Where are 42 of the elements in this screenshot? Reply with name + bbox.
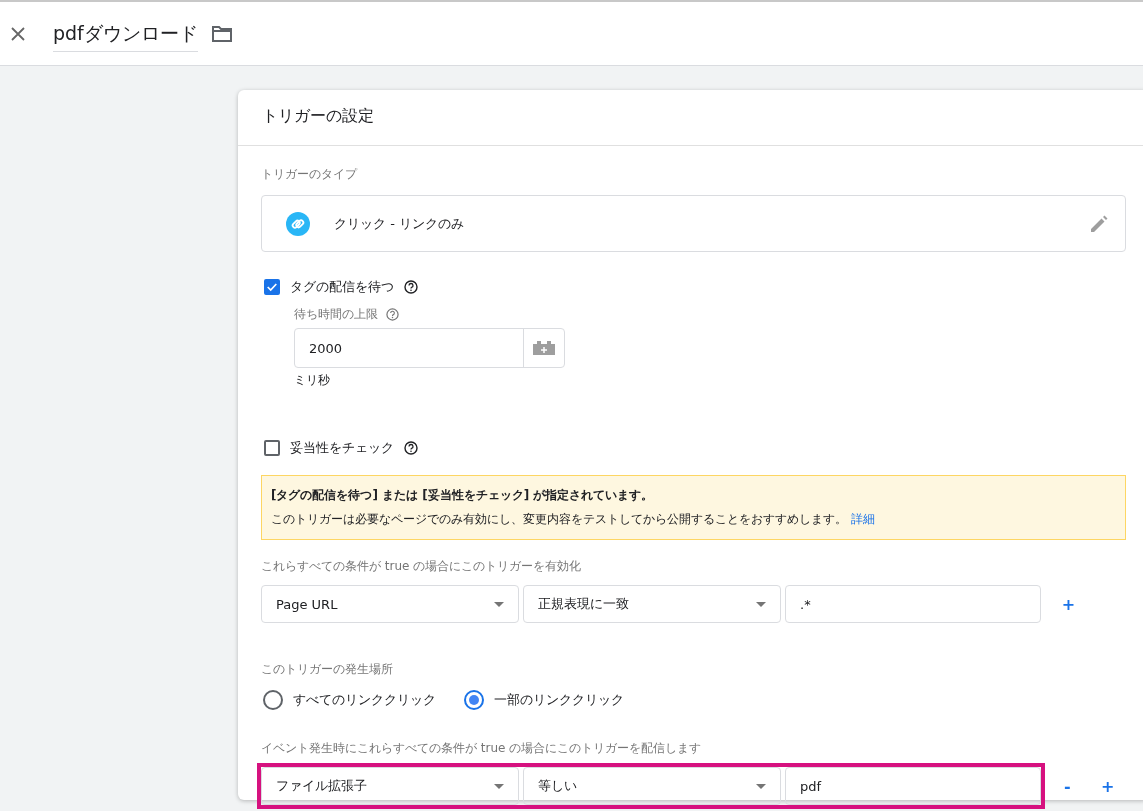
trigger-type-selector[interactable]: クリック - リンクのみ	[261, 195, 1126, 252]
dropdown-caret-icon	[494, 601, 504, 607]
checkbox-label: タグの配信を待つ	[290, 278, 394, 296]
details-link[interactable]: 詳細	[851, 512, 875, 526]
wait-limit-label: 待ち時間の上限	[294, 306, 378, 323]
add-condition-button[interactable]: +	[1049, 594, 1088, 614]
remove-condition-button[interactable]: -	[1049, 776, 1086, 796]
radio-button[interactable]	[464, 690, 484, 710]
dropdown-caret-icon	[494, 783, 504, 789]
checkbox[interactable]	[264, 440, 280, 456]
operator-dropdown[interactable]: 正規表現に一致	[523, 585, 781, 623]
card-title: トリガーの設定	[238, 90, 1143, 146]
wait-limit-field[interactable]: 2000	[294, 328, 565, 368]
radio-label: すべてのリンククリック	[293, 691, 436, 709]
folder-icon[interactable]	[211, 25, 232, 42]
add-condition-button[interactable]: +	[1089, 776, 1126, 796]
brick-plus-icon	[533, 341, 555, 355]
value-field[interactable]: .*	[785, 585, 1041, 623]
notice-text: このトリガーは必要なページでのみ有効にし、変更内容をテストしてから公開することをおすすめします。	[271, 512, 847, 526]
help-icon[interactable]	[404, 441, 418, 455]
unit-label: ミリ秒	[294, 372, 331, 389]
radio-label: 一部のリンククリック	[494, 691, 624, 709]
filter-conditions-label: イベント発生時にこれらすべての条件が true の場合にこのトリガーを配信します	[261, 740, 703, 757]
fire-location-label: このトリガーの発生場所	[261, 661, 394, 678]
notice-title: [タグの配信を待つ] または [妥当性をチェック] が指定されています。	[271, 487, 655, 504]
checkbox[interactable]	[264, 279, 280, 295]
variable-dropdown[interactable]: ファイル拡張子	[261, 767, 519, 805]
link-icon	[286, 211, 310, 236]
dropdown-caret-icon	[756, 601, 766, 607]
trigger-name-field[interactable]: pdfダウンロード	[53, 15, 198, 52]
dropdown-caret-icon	[756, 783, 766, 789]
checkbox-label: 妥当性をチェック	[290, 439, 394, 457]
value-field[interactable]: pdf	[785, 767, 1041, 805]
variable-dropdown[interactable]: Page URL	[261, 585, 519, 623]
trigger-type-label: トリガーのタイプ	[261, 166, 359, 183]
radio-button[interactable]	[263, 690, 283, 710]
conditions-label: これらすべての条件が true の場合にこのトリガーを有効化	[261, 558, 583, 575]
help-icon[interactable]	[404, 280, 418, 294]
operator-dropdown[interactable]: 等しい	[523, 767, 781, 805]
trigger-type-value: クリック - リンクのみ	[334, 214, 465, 233]
close-icon[interactable]	[11, 26, 25, 41]
edit-icon[interactable]	[1089, 213, 1109, 234]
